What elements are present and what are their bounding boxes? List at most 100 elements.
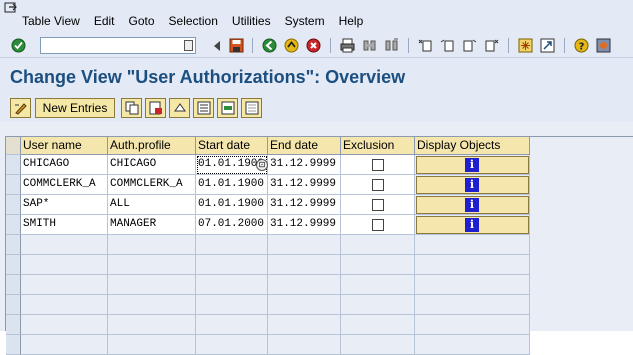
empty-cell [268,335,341,355]
end-date-cell[interactable]: 31.12.9999 [268,215,341,235]
next-page-icon[interactable] [461,37,478,54]
user-name-cell[interactable]: SAP* [21,195,108,215]
first-page-icon[interactable] [417,37,434,54]
menu-utilities[interactable]: Utilities [232,14,271,28]
info-icon: i [465,158,479,172]
auth-profile-cell[interactable]: ALL [108,195,196,215]
display-objects-cell [415,295,530,315]
empty-cell [108,335,196,355]
back-arrow-small-icon[interactable] [208,37,225,54]
empty-cell [341,235,415,255]
menu-edit[interactable]: Edit [94,14,115,28]
column-header-start-date[interactable]: Start date [196,137,268,155]
auth-profile-cell[interactable]: COMMCLERK_A [108,175,196,195]
empty-cell [341,275,415,295]
help-icon[interactable]: ? [573,37,590,54]
create-session-icon[interactable] [517,37,534,54]
svg-text:?: ? [579,42,585,53]
print-icon[interactable] [339,37,356,54]
info-icon: i [465,218,479,232]
row-selector[interactable] [6,275,21,295]
exclusion-checkbox[interactable] [372,199,384,211]
display-objects-cell [415,235,530,255]
toolbar-separator [564,38,565,53]
new-entries-button[interactable]: New Entries [35,98,115,118]
user-name-cell[interactable]: COMMCLERK_A [21,175,108,195]
menu-help[interactable]: Help [339,14,364,28]
column-header-auth-profile[interactable]: Auth.profile [108,137,196,155]
select-all-icon[interactable] [193,98,214,118]
end-date-cell[interactable]: 31.12.9999 [268,155,341,175]
command-field[interactable] [40,37,196,54]
find-icon[interactable] [361,37,378,54]
row-selector[interactable] [6,215,21,235]
display-objects-cell [415,275,530,295]
menu-goto[interactable]: Goto [129,14,155,28]
start-date-cell[interactable]: 01.01.1900 [196,195,268,215]
row-selector[interactable] [6,255,21,275]
start-date-cell[interactable]: 01.01.1900 [196,175,268,195]
standard-toolbar: ? [0,34,633,58]
table-area: User name Auth.profile Start date End da… [0,122,633,355]
row-selector[interactable] [6,175,21,195]
row-selector[interactable] [6,295,21,315]
delete-icon[interactable] [145,98,166,118]
row-selector[interactable] [6,315,21,335]
user-name-cell[interactable]: CHICAGO [21,155,108,175]
menu-selection[interactable]: Selection [169,14,218,28]
select-all-corner[interactable] [6,137,21,155]
row-selector[interactable] [6,155,21,175]
row-selector[interactable] [6,335,21,355]
deselect-all-icon[interactable] [241,98,262,118]
column-header-exclusion[interactable]: Exclusion [341,137,415,155]
menu-bar: Table View Edit Goto Selection Utilities… [0,0,633,34]
toolbar-separator [330,38,331,53]
save-icon[interactable] [228,37,245,54]
enter-icon[interactable] [10,37,27,54]
empty-cell [21,235,108,255]
exclusion-checkbox[interactable] [372,179,384,191]
menu-system[interactable]: System [285,14,325,28]
empty-cell [268,275,341,295]
empty-cell [341,295,415,315]
column-header-end-date[interactable]: End date [268,137,341,155]
empty-cell [268,235,341,255]
undo-change-icon[interactable] [169,98,190,118]
page-title: Change View "User Authorizations": Overv… [10,67,406,87]
end-date-cell[interactable]: 31.12.9999 [268,175,341,195]
toolbar-separator [408,38,409,53]
select-block-icon[interactable] [217,98,238,118]
cancel-icon[interactable] [305,37,322,54]
back-icon[interactable] [261,37,278,54]
shortcut-icon[interactable] [539,37,556,54]
menu-table-view[interactable]: Table View [22,14,80,28]
end-date-cell[interactable]: 31.12.9999 [268,195,341,215]
window-menu-icon[interactable] [4,2,18,14]
start-date-cell[interactable]: 07.01.2000 [196,215,268,235]
user-name-cell[interactable]: SMITH [21,215,108,235]
info-icon: i [465,198,479,212]
column-header-display-objects[interactable]: Display Objects [415,137,530,155]
exclusion-checkbox[interactable] [372,159,384,171]
command-history-icon[interactable] [184,40,193,51]
value-help-icon[interactable]: ⊡ [256,159,268,171]
empty-cell [108,275,196,295]
empty-cell [268,315,341,335]
last-page-icon[interactable] [483,37,500,54]
empty-cell [21,275,108,295]
column-header-user-name[interactable]: User name [21,137,108,155]
row-selector[interactable] [6,195,21,215]
auth-profile-cell[interactable]: CHICAGO [108,155,196,175]
previous-page-icon[interactable] [439,37,456,54]
exit-icon[interactable] [283,37,300,54]
auth-profile-cell[interactable]: MANAGER [108,215,196,235]
copy-as-icon[interactable] [121,98,142,118]
display-change-icon[interactable] [10,98,31,118]
customize-layout-icon[interactable] [595,37,612,54]
exclusion-checkbox[interactable] [372,219,384,231]
empty-cell [196,335,268,355]
empty-cell [108,315,196,335]
row-selector[interactable] [6,235,21,255]
find-next-icon[interactable] [383,37,400,54]
empty-cell [21,315,108,335]
